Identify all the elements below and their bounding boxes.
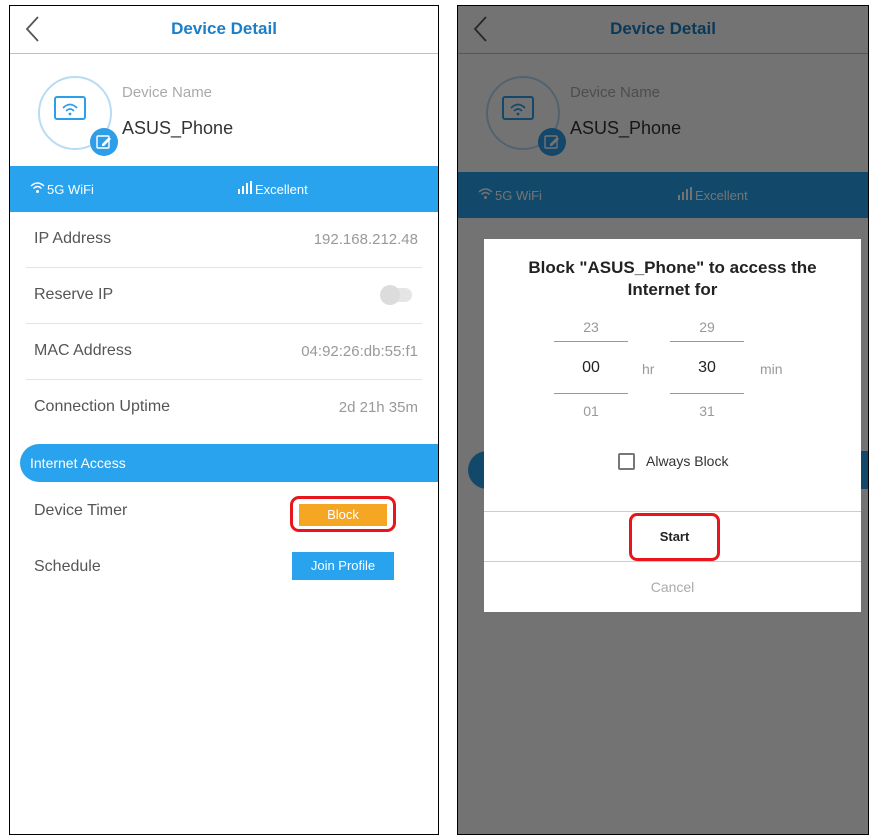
uptime-row: Connection Uptime 2d 21h 35m [26, 380, 422, 436]
divider [484, 511, 861, 512]
minutes-next: 31 [699, 403, 715, 419]
signal-quality: Excellent [255, 182, 308, 197]
device-name: ASUS_Phone [122, 118, 234, 138]
minutes-prev: 29 [699, 319, 715, 335]
block-button[interactable]: Block [299, 504, 387, 526]
picker-divider [554, 393, 628, 394]
row-label: MAC Address [34, 342, 132, 359]
start-button[interactable]: Start [632, 516, 717, 558]
reserve-ip-row: Reserve IP [26, 268, 422, 324]
page-title: Device Detail [171, 19, 277, 38]
always-block-label: Always Block [646, 453, 729, 469]
wifi-icon [30, 182, 45, 193]
row-label: Connection Uptime [34, 398, 171, 415]
device-icon [54, 96, 86, 120]
cancel-button[interactable]: Cancel [484, 579, 861, 595]
toggle-knob [380, 285, 400, 305]
dialog-title: Block "ASUS_Phone" to access the Interne… [528, 258, 817, 299]
block-dialog-screen: Device Detail Device Name ASUS_Phone [457, 5, 869, 835]
block-highlight: Block [290, 496, 396, 532]
ip-address-row: IP Address 192.168.212.48 [26, 212, 422, 268]
row-label: Schedule [34, 558, 101, 575]
mac-address-row: MAC Address 04:92:26:db:55:f1 [26, 324, 422, 380]
picker-divider [670, 341, 744, 342]
signal-strength-icon [238, 181, 252, 194]
edit-name-button[interactable] [90, 128, 118, 156]
wifi-band: 5G WiFi [47, 182, 94, 197]
divider [484, 561, 861, 562]
internet-access-header: Internet Access [20, 444, 438, 482]
device-avatar [38, 76, 118, 156]
hours-picker[interactable]: 23 00 01 [554, 319, 628, 419]
minutes-current: 30 [698, 359, 716, 376]
reserve-ip-toggle[interactable] [380, 285, 412, 305]
always-block-checkbox[interactable] [618, 453, 635, 470]
hours-prev: 23 [583, 319, 599, 335]
hours-current: 00 [582, 359, 600, 376]
minutes-picker[interactable]: 29 30 31 [670, 319, 744, 419]
wifi-status-bar: 5G WiFi Excellent [10, 166, 438, 212]
picker-divider [670, 393, 744, 394]
device-info: Device Name ASUS_Phone [10, 56, 438, 166]
row-label: IP Address [34, 230, 112, 247]
device-detail-screen: Device Detail Device Name ASUS_Phone 5G … [9, 5, 439, 835]
section-title: Internet Access [30, 455, 126, 471]
edit-icon [96, 135, 111, 149]
join-profile-button[interactable]: Join Profile [292, 552, 394, 580]
device-name-label: Device Name [122, 84, 213, 101]
row-label: Reserve IP [34, 286, 114, 303]
minutes-unit: min [760, 361, 783, 377]
mac-address-value: 04:92:26:db:55:f1 [301, 343, 418, 360]
block-timer-dialog: Block "ASUS_Phone" to access the Interne… [484, 239, 861, 612]
hours-unit: hr [642, 361, 655, 377]
start-highlight: Start [629, 513, 720, 561]
header: Device Detail [10, 6, 438, 54]
row-label: Device Timer [34, 502, 128, 519]
ip-address-value: 192.168.212.48 [313, 231, 418, 248]
hours-next: 01 [583, 403, 599, 419]
picker-divider [554, 341, 628, 342]
uptime-value: 2d 21h 35m [338, 399, 418, 416]
